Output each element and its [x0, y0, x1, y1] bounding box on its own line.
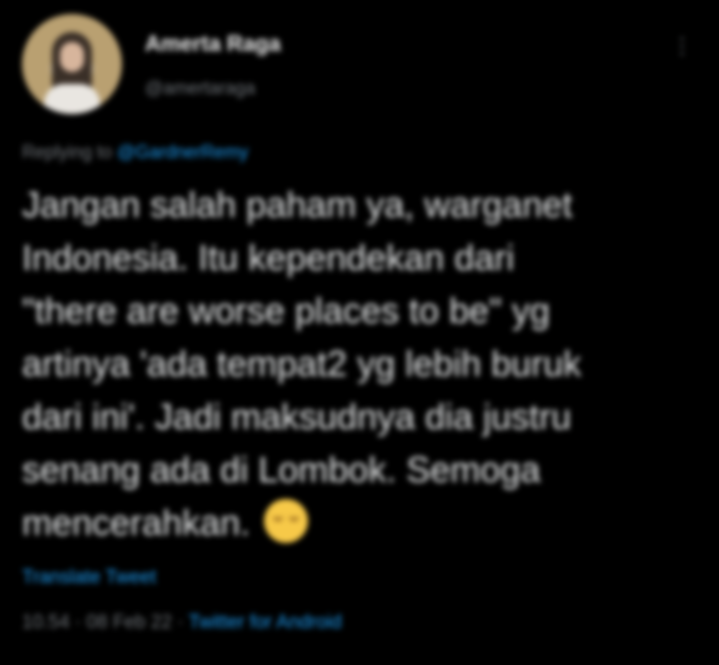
tweet-source-link[interactable]: Twitter for Android	[189, 612, 342, 633]
display-name[interactable]: Amerta Raga	[145, 31, 281, 57]
more-icon[interactable]: ⋮	[668, 34, 696, 58]
reply-prefix: Replying to	[22, 142, 113, 162]
tweet-text: Jangan salah paham ya, warganet Indonesi…	[22, 178, 682, 549]
reply-mention-link[interactable]: @GardnerRemy	[117, 142, 248, 162]
tweet-timestamp[interactable]: 10.54 · 08 Feb 22 ·	[22, 612, 184, 633]
avatar-face	[60, 42, 84, 72]
avatar-shirt	[44, 84, 100, 114]
translate-tweet-link[interactable]: Translate Tweet	[22, 567, 156, 589]
user-handle[interactable]: @amertaraga	[145, 78, 255, 99]
tweet-meta: 10.54 · 08 Feb 22 · Twitter for Android	[22, 612, 342, 634]
reply-context: Replying to @GardnerRemy	[22, 142, 248, 163]
avatar[interactable]	[22, 14, 122, 114]
tweet-card: Amerta Raga @amertaraga ⋮ Replying to @G…	[0, 0, 719, 665]
tweet-body: Jangan salah paham ya, warganet Indonesi…	[22, 184, 582, 543]
smiling-face-emoji	[264, 499, 309, 543]
